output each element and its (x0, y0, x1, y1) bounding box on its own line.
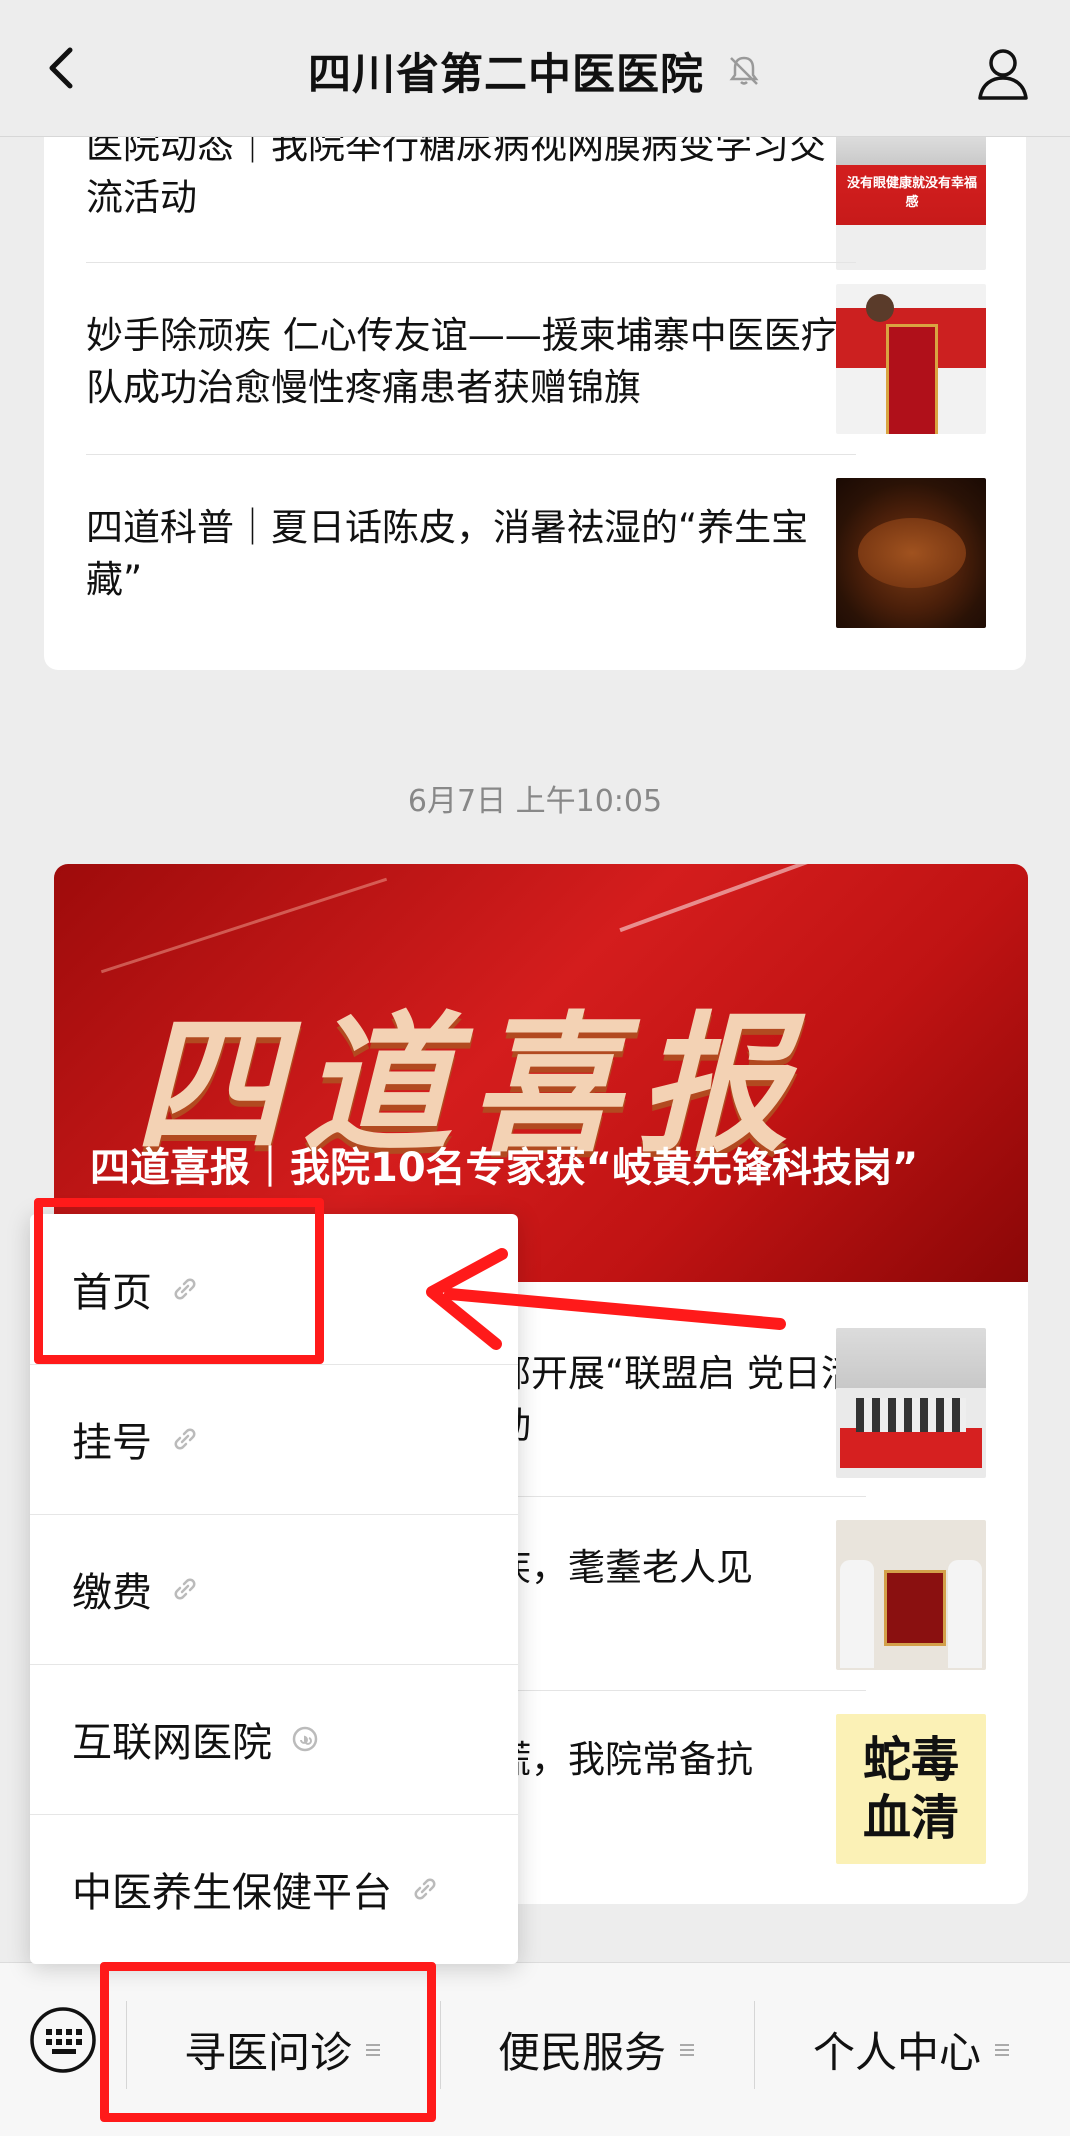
link-icon (174, 1428, 196, 1450)
article-thumbnail[interactable] (836, 478, 986, 628)
page-title: 四川省第二中医医院 (0, 40, 1070, 102)
menu-item-label: 中医养生保健平台 (72, 1870, 392, 1916)
highlight-box-home (34, 1198, 324, 1364)
mute-bell-icon (729, 56, 759, 85)
menu-lines-icon (995, 2043, 1009, 2056)
article-title: 四道喜报｜我院10名专家获“岐黄先锋科技岗” (90, 1145, 919, 1191)
article-card-1: 医院动态｜我院举行糖尿病视网膜病变学习交流活动 没有眼健康就没有幸福感 妙手除顽… (44, 100, 1026, 670)
keyboard-icon[interactable] (28, 2005, 98, 2075)
article-thumbnail[interactable]: 没有眼健康就没有幸福感 (836, 120, 986, 270)
article-thumbnail[interactable] (836, 1328, 986, 1478)
menu-item-tcm-health-platform[interactable]: 中医养生保健平台 (30, 1814, 518, 1964)
menu-item-internet-hospital[interactable]: 互联网医院 (30, 1664, 518, 1814)
menu-item-payment[interactable]: 缴费 (30, 1514, 518, 1664)
link-icon (174, 1578, 196, 1600)
article-thumbnail[interactable] (836, 284, 986, 434)
tab-label: 便民服务 (497, 2028, 666, 2077)
link-icon (414, 1878, 436, 1900)
tab-personal-center[interactable]: 个人中心 (754, 1963, 1070, 2136)
menu-item-label: 挂号 (72, 1420, 152, 1466)
message-timestamp: 6月7日 上午10:05 (407, 784, 663, 819)
article-title[interactable]: 妙手除顽疾 仁心传友谊——援柬埔寨中医医疗队成功治愈慢性疼痛患者获赠锦旗 (86, 310, 856, 414)
divider (86, 454, 856, 455)
divider (494, 1690, 866, 1691)
article-thumbnail[interactable]: 蛇毒 血清 (836, 1714, 986, 1864)
menu-item-registration[interactable]: 挂号 (30, 1364, 518, 1514)
tab-services[interactable]: 便民服务 (440, 1963, 754, 2136)
menu-lines-icon (680, 2043, 694, 2056)
highlight-box-consultation (100, 1962, 436, 2122)
thumb-caption: 没有眼健康就没有幸福感 (846, 176, 977, 210)
tab-label: 个人中心 (812, 2028, 981, 2077)
article-title[interactable]: 慌，我院常备抗 (494, 1734, 874, 1786)
thumb-caption: 蛇毒 血清 (862, 1732, 959, 1846)
article-title[interactable]: 部开展“联盟启 党日活动 (494, 1348, 874, 1452)
menu-item-label: 缴费 (72, 1570, 152, 1616)
article-thumbnail[interactable] (836, 1520, 986, 1670)
menu-item-label: 互联网医院 (72, 1720, 272, 1766)
divider (86, 262, 856, 263)
annotation-arrow (426, 1248, 786, 1350)
profile-icon[interactable] (974, 44, 1032, 102)
mini-program-icon (292, 1726, 318, 1752)
article-title[interactable]: 疾，耄耋老人见 (494, 1542, 874, 1594)
article-title[interactable]: 四道科普｜夏日话陈皮，消暑祛湿的“养生宝藏” (86, 502, 856, 606)
chat-header: 四川省第二中医医院 (0, 0, 1070, 137)
divider (494, 1496, 866, 1497)
account-name: 四川省第二中医医院 (308, 50, 704, 100)
